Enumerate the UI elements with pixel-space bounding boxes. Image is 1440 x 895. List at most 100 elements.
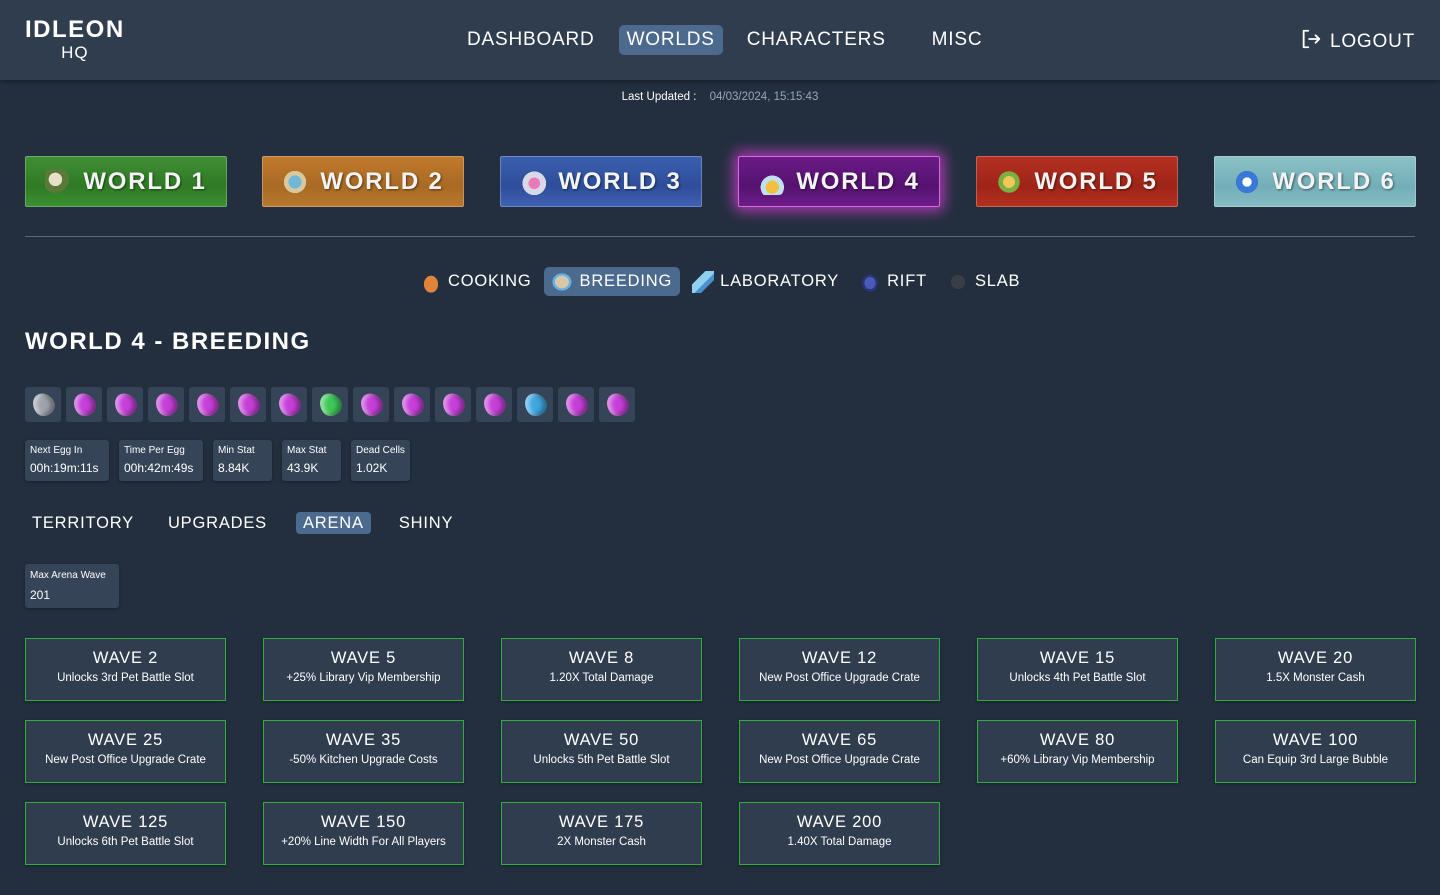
- wave-description: Unlocks 5th Pet Battle Slot: [533, 754, 670, 766]
- wave-title: WAVE 80: [1039, 731, 1116, 749]
- subnav-slab[interactable]: SLAB: [939, 267, 1028, 296]
- wave-card: WAVE 20 1.5X Monster Cash: [1215, 638, 1416, 701]
- stat-label: Max Stat: [287, 445, 327, 456]
- wave-title: WAVE 125: [82, 813, 169, 831]
- wave-description: Unlocks 6th Pet Battle Slot: [57, 836, 194, 848]
- logo-subtitle: HQ: [61, 43, 89, 62]
- subnav-laboratory[interactable]: LABORATORY: [684, 267, 847, 296]
- stat-value: 00h:42m:49s: [124, 461, 194, 475]
- world-1-icon: [45, 168, 72, 195]
- breeding-stats: Next Egg In 00h:19m:11s Time Per Egg 00h…: [25, 440, 410, 481]
- egg-icon: [109, 389, 141, 420]
- egg-slot: [271, 387, 307, 422]
- nav-worlds[interactable]: WORLDS: [618, 25, 723, 55]
- top-navbar: IDLEON HQ DASHBOARD WORLDS CHARACTERS MI…: [0, 0, 1440, 80]
- egg-slot: [25, 387, 61, 422]
- logout-button[interactable]: LOGOUT: [1300, 28, 1415, 56]
- wave-description: -50% Kitchen Upgrade Costs: [289, 754, 438, 766]
- tab-territory[interactable]: TERRITORY: [25, 512, 141, 534]
- logo-title: IDLEON: [25, 16, 125, 43]
- egg-icon: [355, 389, 387, 420]
- stat-min-stat: Min Stat 8.84K: [213, 440, 272, 481]
- egg-list: [25, 387, 635, 422]
- max-arena-wave-label: Max Arena Wave: [30, 570, 106, 581]
- egg-icon: [519, 389, 551, 420]
- tab-upgrades[interactable]: UPGRADES: [161, 512, 274, 534]
- world-2-icon: [282, 168, 309, 195]
- egg-icon: [232, 389, 264, 420]
- world-6-label: WORLD 6: [1272, 167, 1396, 195]
- nav-dashboard[interactable]: DASHBOARD: [459, 25, 603, 55]
- last-updated-value: 04/03/2024, 15:15:43: [709, 91, 819, 103]
- tab-arena[interactable]: ARENA: [295, 512, 371, 534]
- subnav-cooking-label: COOKING: [448, 272, 532, 290]
- world-4-label: WORLD 4: [796, 167, 920, 195]
- stat-value: 00h:19m:11s: [30, 461, 99, 475]
- world-2-label: WORLD 2: [320, 167, 444, 195]
- world-4-button[interactable]: WORLD 4: [738, 156, 940, 207]
- wave-title: WAVE 25: [87, 731, 164, 749]
- max-arena-wave-value: 201: [30, 588, 51, 602]
- logout-icon: [1300, 28, 1322, 56]
- stat-label: Min Stat: [218, 445, 255, 456]
- subnav-cooking[interactable]: COOKING: [412, 267, 540, 296]
- wave-description: Can Equip 3rd Large Bubble: [1242, 754, 1389, 766]
- world-6-button[interactable]: WORLD 6: [1214, 156, 1416, 207]
- wave-card: WAVE 8 1.20X Total Damage: [501, 638, 702, 701]
- subnav-breeding-label: BREEDING: [579, 272, 673, 290]
- egg-icon: [478, 389, 510, 420]
- egg-slot: [230, 387, 266, 422]
- stat-label: Time Per Egg: [124, 445, 185, 456]
- logo[interactable]: IDLEON HQ: [25, 16, 125, 62]
- egg-slot: [66, 387, 102, 422]
- subnav-rift[interactable]: RIFT: [851, 267, 935, 296]
- egg-slot: [148, 387, 184, 422]
- subnav-rift-label: RIFT: [887, 272, 927, 290]
- wave-description: 2X Monster Cash: [557, 836, 646, 848]
- subnav-slab-label: SLAB: [974, 272, 1021, 290]
- world-1-label: WORLD 1: [83, 167, 207, 195]
- egg-slot: [394, 387, 430, 422]
- wave-card: WAVE 25 New Post Office Upgrade Crate: [25, 720, 226, 783]
- egg-icon: [68, 389, 100, 420]
- world-1-button[interactable]: WORLD 1: [25, 156, 227, 207]
- rift-icon: [859, 270, 882, 293]
- wave-title: WAVE 100: [1272, 731, 1359, 749]
- last-updated-label: Last Updated :: [621, 91, 697, 103]
- world-5-button[interactable]: WORLD 5: [976, 156, 1178, 207]
- wave-card: WAVE 2 Unlocks 3rd Pet Battle Slot: [25, 638, 226, 701]
- egg-slot: [599, 387, 635, 422]
- wave-title: WAVE 175: [558, 813, 645, 831]
- egg-icon: [191, 389, 223, 420]
- world-3-button[interactable]: WORLD 3: [500, 156, 702, 207]
- logout-label: LOGOUT: [1329, 31, 1415, 52]
- wave-title: WAVE 15: [1039, 649, 1116, 667]
- egg-icon: [437, 389, 469, 420]
- wave-title: WAVE 2: [92, 649, 159, 667]
- wave-description: +60% Library Vip Membership: [1000, 754, 1155, 766]
- wave-description: Unlocks 3rd Pet Battle Slot: [57, 672, 194, 684]
- stat-label: Dead Cells: [356, 445, 405, 456]
- wave-card: WAVE 100 Can Equip 3rd Large Bubble: [1215, 720, 1416, 783]
- wave-card: WAVE 200 1.40X Total Damage: [739, 802, 940, 865]
- nav-characters[interactable]: CHARACTERS: [739, 25, 894, 55]
- subnav-breeding[interactable]: BREEDING: [543, 267, 681, 296]
- wave-title: WAVE 20: [1277, 649, 1354, 667]
- nav-misc[interactable]: MISC: [924, 25, 991, 55]
- stat-label: Next Egg In: [30, 445, 83, 456]
- wave-description: New Post Office Upgrade Crate: [759, 754, 920, 766]
- tab-shiny[interactable]: SHINY: [392, 512, 460, 534]
- world-2-button[interactable]: WORLD 2: [262, 156, 464, 207]
- wave-title: WAVE 8: [568, 649, 635, 667]
- wave-card: WAVE 15 Unlocks 4th Pet Battle Slot: [977, 638, 1178, 701]
- wave-title: WAVE 150: [320, 813, 407, 831]
- breeding-icon: [551, 270, 574, 293]
- wave-card: WAVE 12 New Post Office Upgrade Crate: [739, 638, 940, 701]
- egg-icon: [150, 389, 182, 420]
- world-selector: WORLD 1 WORLD 2 WORLD 3 WORLD 4 WORLD 5 …: [25, 156, 1416, 207]
- stat-value: 8.84K: [218, 461, 250, 475]
- egg-slot: [435, 387, 471, 422]
- wave-description: 1.40X Total Damage: [787, 836, 892, 848]
- wave-description: New Post Office Upgrade Crate: [759, 672, 920, 684]
- wave-card: WAVE 125 Unlocks 6th Pet Battle Slot: [25, 802, 226, 865]
